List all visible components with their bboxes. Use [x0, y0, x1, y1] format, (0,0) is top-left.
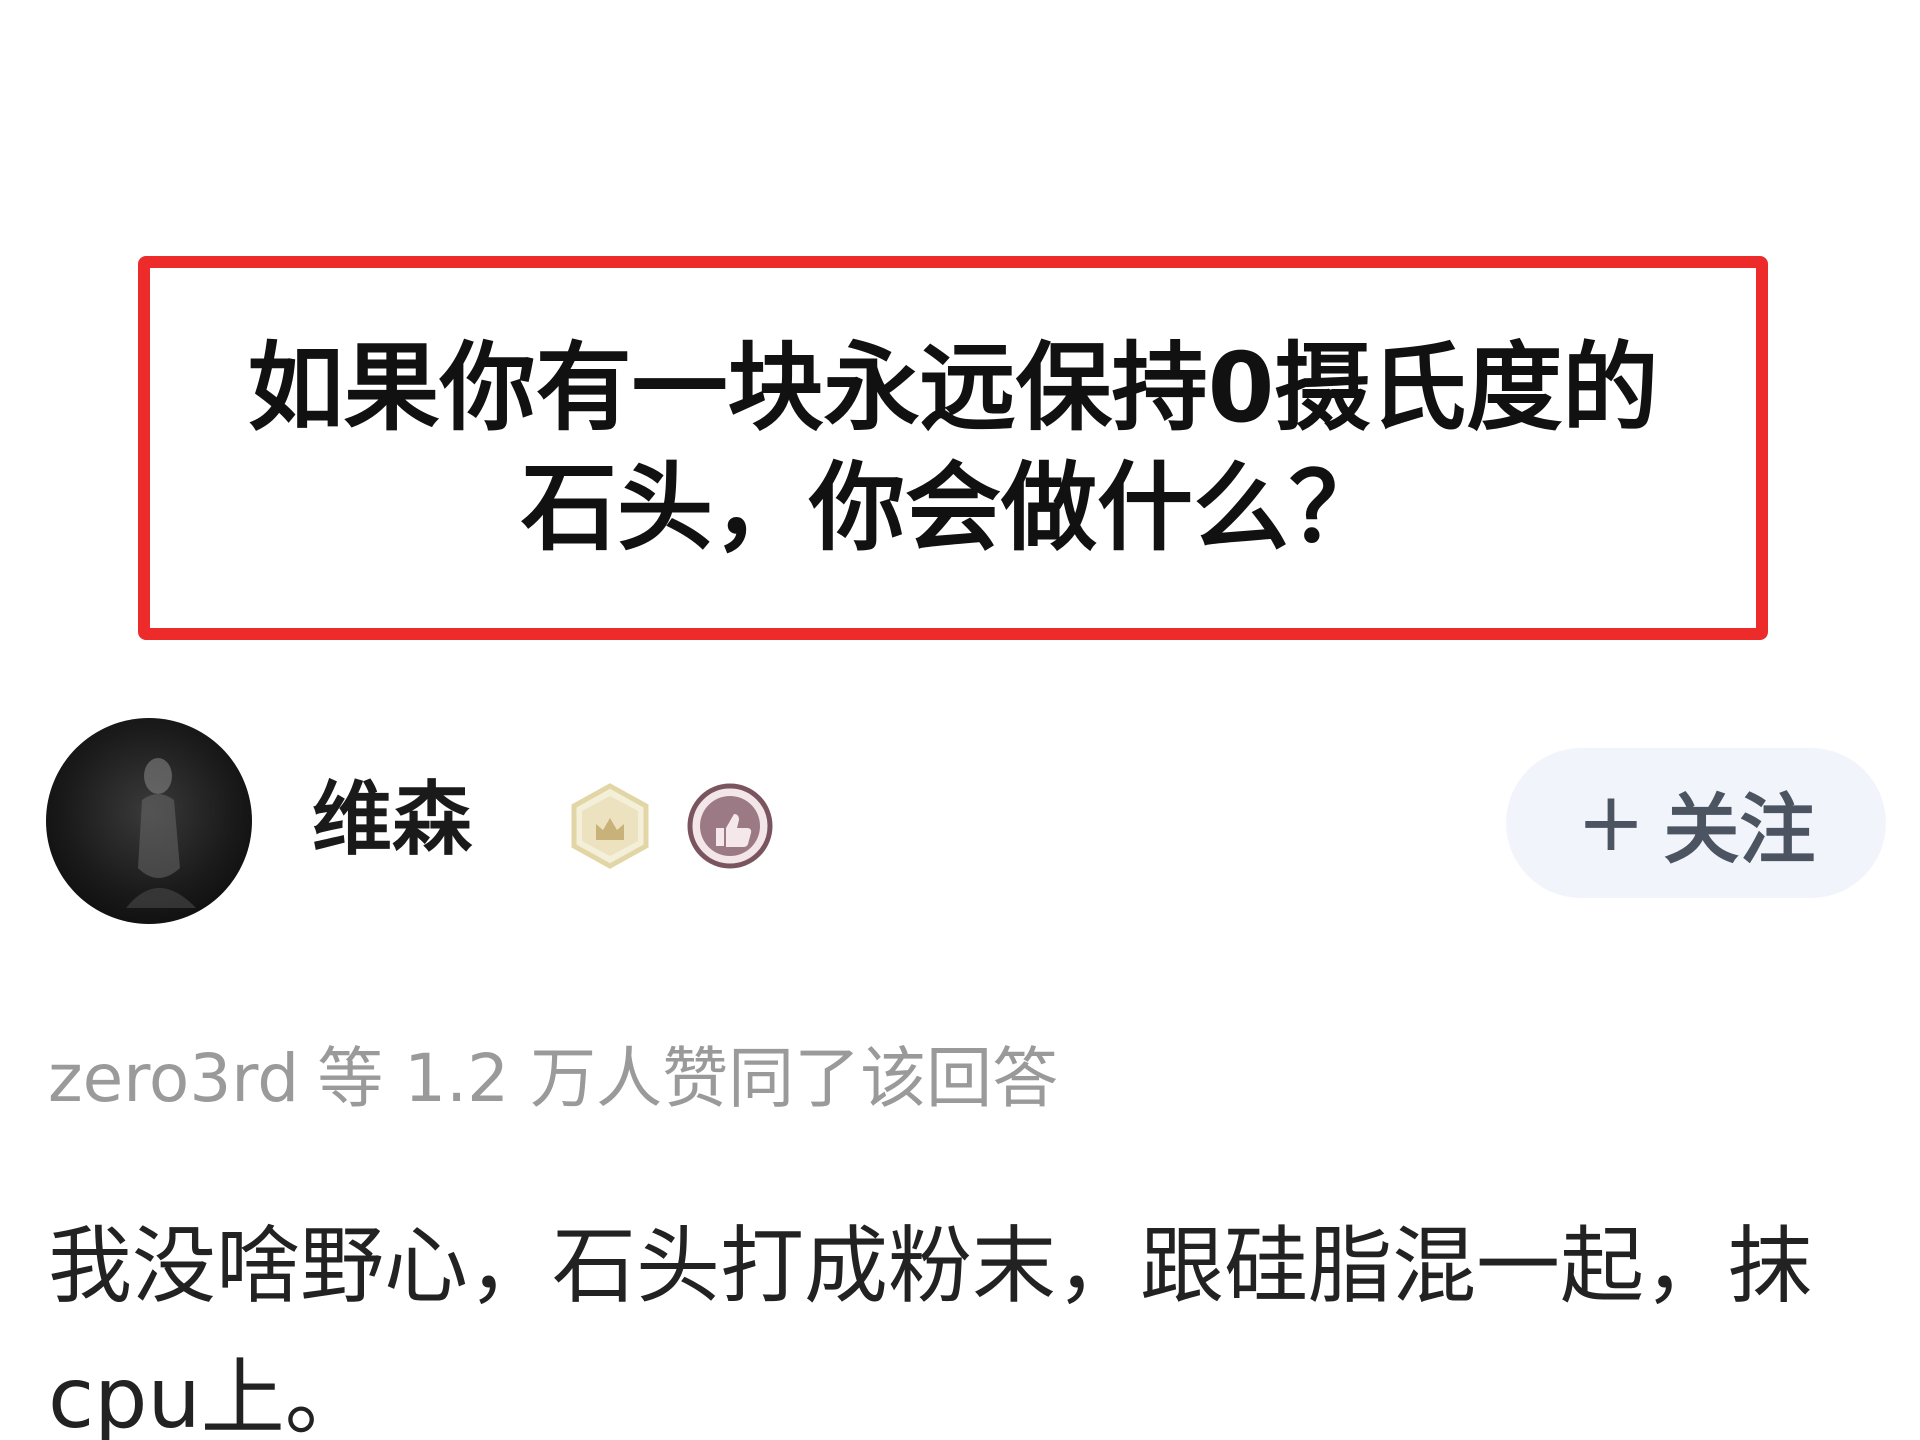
answer-page: 如果你有一块永远保持0摄氏度的石头，你会做什么？ 维森 + 关注 zero3rd… — [0, 0, 1920, 1440]
agree-count-line[interactable]: zero3rd 等 1.2 万人赞同了该回答 — [48, 1034, 1076, 1124]
thumbs-up-badge-icon[interactable] — [686, 782, 774, 870]
follow-button[interactable]: + 关注 — [1506, 748, 1886, 898]
avatar-image — [126, 758, 196, 908]
question-title[interactable]: 如果你有一块永远保持0摄氏度的石头，你会做什么？ — [203, 328, 1703, 568]
author-name[interactable]: 维森 — [312, 770, 472, 870]
excellent-answerer-badge-icon[interactable] — [566, 782, 654, 870]
avatar[interactable] — [46, 718, 252, 924]
agree-text: 等 1.2 万人赞同了该回答 — [317, 1040, 1059, 1117]
question-highlight-box: 如果你有一块永远保持0摄氏度的石头，你会做什么？ — [138, 256, 1768, 640]
answer-body: 我没啥野心，石头打成粉末，跟硅脂混一起，抹cpu上。 — [48, 1217, 1813, 1440]
follow-label: 关注 — [1663, 785, 1816, 874]
plus-icon: + — [1576, 775, 1646, 870]
author-row: 维森 + 关注 — [46, 718, 1886, 928]
agree-user: zero3rd — [48, 1040, 300, 1117]
